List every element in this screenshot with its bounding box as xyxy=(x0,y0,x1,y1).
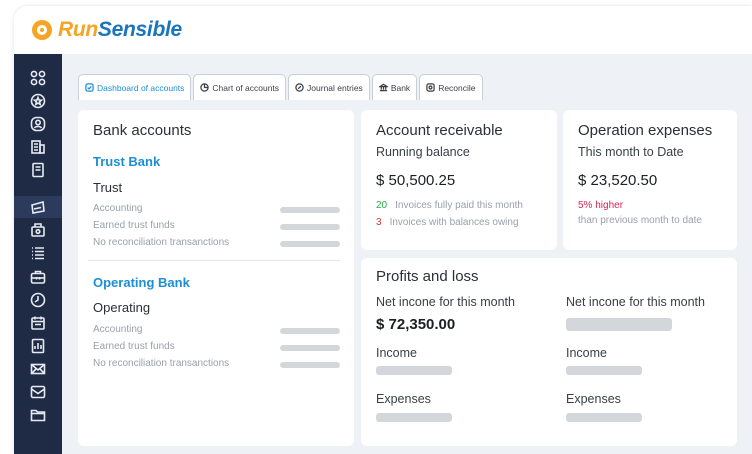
income-label-1: Income xyxy=(376,346,417,360)
receivable-amount: $ 50,500.25 xyxy=(376,172,456,189)
reconcile-tab-icon xyxy=(426,83,435,92)
operating-row-reconciliation: No reconciliation transanctions xyxy=(93,358,230,369)
sidebar xyxy=(14,54,62,454)
operating-reconciliation-placeholder xyxy=(280,362,340,368)
dashboard-grid-icon[interactable] xyxy=(28,68,48,88)
logo-text: RunSensible xyxy=(58,18,182,42)
bank-divider xyxy=(88,260,340,261)
envelope-icon[interactable] xyxy=(28,359,48,379)
chart-tab-icon xyxy=(200,83,210,92)
month-to-date-label: This month to Date xyxy=(578,145,684,159)
calendar-icon[interactable] xyxy=(28,313,48,333)
logo-part-run: Run xyxy=(58,18,98,41)
trust-row-accounting: Accounting xyxy=(93,203,143,214)
account-receivable-card: Account receivable Running balance $ 50,… xyxy=(361,110,557,250)
bank-tab-icon xyxy=(378,83,388,92)
folder-icon[interactable] xyxy=(28,405,48,425)
building-icon[interactable] xyxy=(28,137,48,157)
tab-label: Dashboard of accounts xyxy=(97,82,185,93)
net-income-placeholder-2 xyxy=(566,318,672,331)
operation-expenses-card: Operation expenses This month to Date $ … xyxy=(563,110,737,250)
tab-dashboard-of-accounts[interactable]: Dashboard of accounts xyxy=(78,74,192,100)
report-icon[interactable] xyxy=(28,336,48,356)
badge-icon[interactable] xyxy=(28,91,48,111)
net-income-amount: $ 72,350.00 xyxy=(376,316,456,333)
invoices-owing-count: 3 xyxy=(376,217,382,228)
expenses-label-1: Expenses xyxy=(376,392,431,406)
trust-account-name: Trust xyxy=(93,180,123,195)
list-icon[interactable] xyxy=(28,243,48,263)
invoices-owing-text: Invoices with balances owing xyxy=(389,217,519,228)
account-receivable-title: Account receivable xyxy=(376,122,503,139)
briefcase-icon[interactable] xyxy=(28,267,48,287)
profits-loss-card: Profits and loss Net incone for this mon… xyxy=(361,258,737,446)
app-window: RunSensible Dashboard of accounts Chart … xyxy=(14,6,752,454)
operating-bank-link[interactable]: Operating Bank xyxy=(93,275,190,290)
journal-tab-icon xyxy=(295,83,304,92)
logo-part-sensible: Sensible xyxy=(97,18,182,41)
invoices-paid-line: 20 Invoices fully paid this month xyxy=(376,200,523,211)
clock-icon[interactable] xyxy=(28,290,48,310)
income-placeholder-2 xyxy=(566,366,642,375)
main-content: Dashboard of accounts Chart of accounts … xyxy=(62,54,752,454)
logo-mark-icon xyxy=(32,20,52,40)
trust-bank-link[interactable]: Trust Bank xyxy=(93,154,160,169)
trust-row-reconciliation: No reconciliation transanctions xyxy=(93,237,230,248)
net-income-label-2: Net incone for this month xyxy=(566,295,705,309)
operating-row-earned: Earned trust funds xyxy=(93,341,175,352)
invoices-owing-line: 3 Invoices with balances owing xyxy=(376,217,519,228)
trust-reconciliation-placeholder xyxy=(280,241,340,247)
tab-bank[interactable]: Bank xyxy=(371,74,418,100)
expenses-placeholder-1 xyxy=(376,413,452,422)
income-placeholder-1 xyxy=(376,366,452,375)
trust-row-earned: Earned trust funds xyxy=(93,220,175,231)
mail-inbox-icon[interactable] xyxy=(28,382,48,402)
tab-bar: Dashboard of accounts Chart of accounts … xyxy=(78,74,485,100)
logo[interactable]: RunSensible xyxy=(32,18,182,42)
operating-accounting-placeholder xyxy=(280,328,340,334)
expenses-label-2: Expenses xyxy=(566,392,621,406)
invoices-paid-text: Invoices fully paid this month xyxy=(395,200,523,211)
operating-row-accounting: Accounting xyxy=(93,324,143,335)
expenses-change-note: than previous month to date xyxy=(578,215,702,226)
operation-expenses-amount: $ 23,520.50 xyxy=(578,172,658,189)
expenses-placeholder-2 xyxy=(566,413,642,422)
invoices-paid-count: 20 xyxy=(376,200,388,211)
operation-expenses-title: Operation expenses xyxy=(578,122,713,139)
expenses-change-badge: 5% higher xyxy=(578,200,624,211)
tab-reconcile[interactable]: Reconcile xyxy=(419,74,483,100)
income-label-2: Income xyxy=(566,346,607,360)
tab-chart-of-accounts[interactable]: Chart of accounts xyxy=(193,74,287,100)
running-balance-label: Running balance xyxy=(376,145,470,159)
tab-label: Bank xyxy=(390,82,411,93)
net-income-label-1: Net incone for this month xyxy=(376,295,515,309)
trust-accounting-placeholder xyxy=(280,207,340,213)
tab-label: Journal entries xyxy=(307,82,363,93)
profits-loss-title: Profits and loss xyxy=(376,268,479,285)
trust-earned-placeholder xyxy=(280,224,340,230)
dashboard-tab-icon xyxy=(85,83,94,92)
brand-bar: RunSensible xyxy=(14,6,752,54)
tab-journal-entries[interactable]: Journal entries xyxy=(288,74,370,100)
tab-label: Chart of accounts xyxy=(212,82,280,93)
tab-label: Reconcile xyxy=(438,82,476,93)
cash-register-icon[interactable] xyxy=(28,220,48,240)
operating-account-name: Operating xyxy=(93,300,151,315)
operating-earned-placeholder xyxy=(280,345,340,351)
wallet-card-icon[interactable] xyxy=(28,197,48,217)
document-icon[interactable] xyxy=(28,160,48,180)
user-circle-icon[interactable] xyxy=(28,114,48,134)
bank-accounts-card: Bank accounts Trust Bank Trust Accountin… xyxy=(78,110,354,446)
bank-accounts-title: Bank accounts xyxy=(93,122,192,139)
